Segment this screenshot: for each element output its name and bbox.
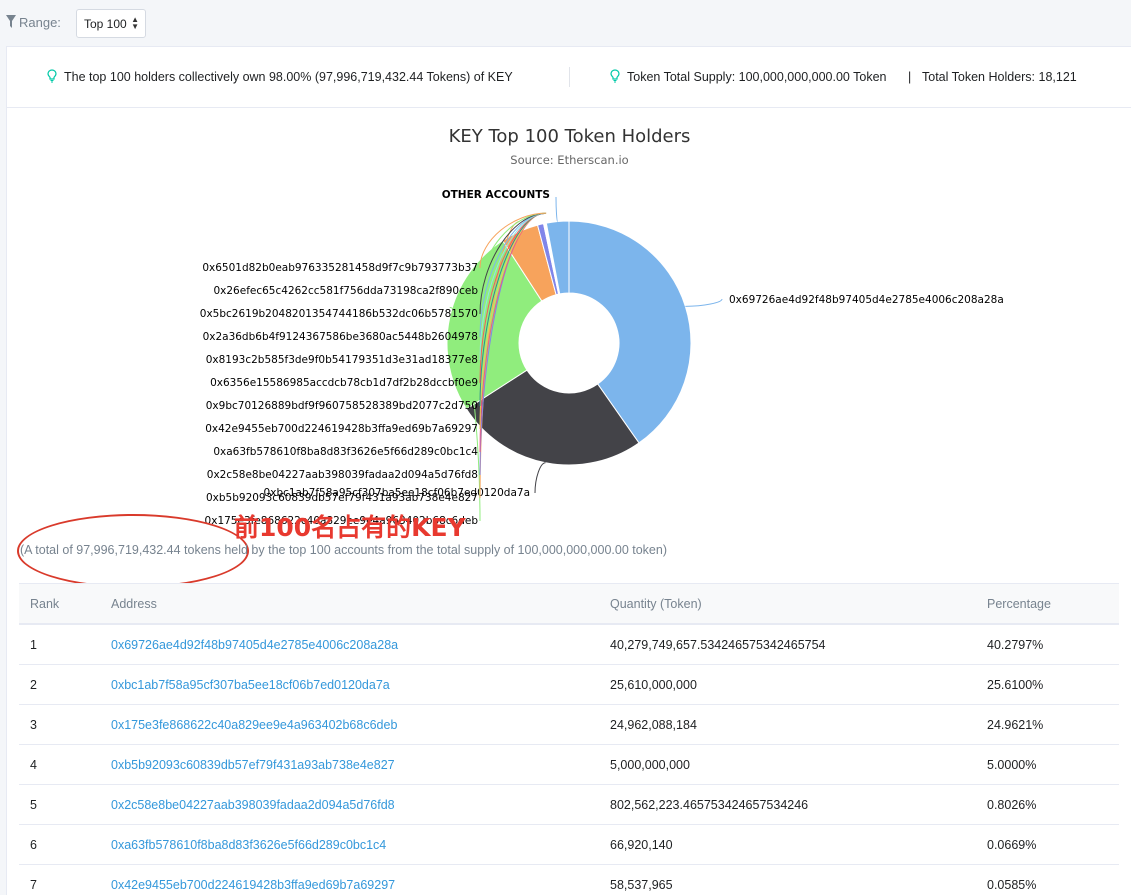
address-link[interactable]: 0xb5b92093c60839db57ef79f431a93ab738e4e8… — [111, 758, 395, 772]
quantity-cell: 802,562,223.465753424657534246 — [610, 798, 809, 812]
holders-table: Rank Address Quantity (Token) Percentage… — [19, 583, 1119, 895]
range-select[interactable]: Top 100 ▲ ▼ — [76, 9, 146, 38]
percentage-cell: 24.9621% — [987, 718, 1044, 732]
slice-label: 0x2c58e8be04227aab398039fadaa2d094a5d76f… — [207, 469, 478, 481]
holders-card: The top 100 holders collectively own 98.… — [6, 46, 1131, 895]
select-caret-icon: ▲ ▼ — [131, 15, 139, 31]
rank-cell: 1 — [30, 638, 37, 652]
total-supply-text: Token Total Supply: 100,000,000,000.00 T… — [627, 70, 887, 84]
slice-label: 0xa63fb578610f8ba8d83f3626e5f66d289c0bc1… — [213, 446, 478, 458]
connector-line — [555, 196, 559, 223]
quantity-cell: 25,610,000,000 — [610, 678, 697, 692]
annotation-text: 前100名占有的KEY — [234, 513, 466, 542]
table-header: Rank Address Quantity (Token) Percentage — [19, 583, 1119, 625]
header-rank: Rank — [30, 597, 60, 611]
percentage-cell: 0.0669% — [987, 838, 1037, 852]
header-address: Address — [111, 597, 157, 611]
slice-label: 0x69726ae4d92f48b97405d4e2785e4006c208a2… — [729, 294, 1004, 306]
summary-separator: | — [908, 70, 912, 84]
address-link[interactable]: 0xbc1ab7f58a95cf307ba5ee18cf06b7ed0120da… — [111, 678, 390, 692]
rank-cell: 7 — [30, 878, 37, 892]
percentage-cell: 25.6100% — [987, 678, 1044, 692]
top-holders-summary: The top 100 holders collectively own 98.… — [64, 70, 513, 84]
summary-strip: The top 100 holders collectively own 98.… — [7, 47, 1131, 108]
table-body: 1 0x69726ae4d92f48b97405d4e2785e4006c208a… — [19, 625, 1119, 895]
address-link[interactable]: 0x2c58e8be04227aab398039fadaa2d094a5d76f… — [111, 798, 395, 812]
slice-label: 0x5bc2619b2048201354744186b532dc06b57815… — [200, 308, 478, 320]
percentage-cell: 40.2797% — [987, 638, 1044, 652]
rank-cell: 4 — [30, 758, 37, 772]
pie-svg: 0x69726ae4d92f48b97405d4e2785e4006c208a2… — [200, 189, 1004, 527]
rank-cell: 2 — [30, 678, 37, 692]
rank-cell: 6 — [30, 838, 37, 852]
filter-icon — [6, 15, 16, 28]
slice-label: 0x2a36db6b4f9124367586be3680ac5448b26049… — [203, 331, 478, 343]
range-selected-value: Top 100 — [84, 17, 127, 31]
table-row: 2 0xbc1ab7f58a95cf307ba5ee18cf06b7ed0120d… — [19, 665, 1119, 705]
table-row: 5 0x2c58e8be04227aab398039fadaa2d094a5d76… — [19, 785, 1119, 825]
slice-label: 0x6356e15586985accdcb78cb1d7df2b28dccbf0… — [210, 377, 478, 389]
address-link[interactable]: 0xa63fb578610f8ba8d83f3626e5f66d289c0bc1… — [111, 838, 386, 852]
slice-label: 0x42e9455eb700d224619428b3ffa9ed69b7a692… — [205, 423, 478, 435]
table-row: 1 0x69726ae4d92f48b97405d4e2785e4006c208a… — [19, 625, 1119, 665]
rank-cell: 3 — [30, 718, 37, 732]
connector-line — [534, 462, 546, 494]
address-link[interactable]: 0x69726ae4d92f48b97405d4e2785e4006c208a2… — [111, 638, 398, 652]
total-note: (A total of 97,996,719,432.44 tokens hel… — [20, 543, 667, 557]
address-link[interactable]: 0x175e3fe868622c40a829ee9e4a963402b68c6d… — [111, 718, 397, 732]
percentage-cell: 5.0000% — [987, 758, 1037, 772]
range-label: Range: — [19, 15, 61, 30]
quantity-cell: 40,279,749,657.534246575342465754 — [610, 638, 826, 652]
lightbulb-icon — [610, 69, 620, 83]
quantity-cell: 58,537,965 — [610, 878, 673, 892]
slice-label: 0x9bc70126889bdf9f960758528389bd2077c2d7… — [206, 400, 478, 412]
percentage-cell: 0.0585% — [987, 878, 1037, 892]
rank-cell: 5 — [30, 798, 37, 812]
quantity-cell: 24,962,088,184 — [610, 718, 697, 732]
table-row: 4 0xb5b92093c60839db57ef79f431a93ab738e4e… — [19, 745, 1119, 785]
quantity-cell: 5,000,000,000 — [610, 758, 690, 772]
lightbulb-icon — [47, 69, 57, 83]
range-bar: Range: Top 100 ▲ ▼ — [0, 0, 1131, 46]
table-row: 7 0x42e9455eb700d224619428b3ffa9ed69b7a69… — [19, 865, 1119, 895]
summary-divider — [569, 67, 570, 87]
address-link[interactable]: 0x42e9455eb700d224619428b3ffa9ed69b7a692… — [111, 878, 395, 892]
holders-pie-chart: KEY Top 100 Token Holders Source: Ethers… — [7, 109, 1131, 529]
slice-label: 0x8193c2b585f3de9f0b54179351d3e31ad18377… — [206, 354, 478, 366]
total-holders-text: Total Token Holders: 18,121 — [922, 70, 1077, 84]
table-row: 6 0xa63fb578610f8ba8d83f3626e5f66d289c0bc… — [19, 825, 1119, 865]
slice-label: 0x6501d82b0eab976335281458d9f7c9b793773b… — [202, 262, 478, 274]
header-percentage: Percentage — [987, 597, 1051, 611]
quantity-cell: 66,920,140 — [610, 838, 673, 852]
table-row: 3 0x175e3fe868622c40a829ee9e4a963402b68c6… — [19, 705, 1119, 745]
slice-label: 0xb5b92093c60839db57ef79f431a93ab738e4e8… — [206, 492, 478, 504]
header-quantity: Quantity (Token) — [610, 597, 702, 611]
percentage-cell: 0.8026% — [987, 798, 1037, 812]
slice-label: 0x26efec65c4262cc581f756dda73198ca2f890c… — [213, 285, 478, 297]
connector-line — [685, 298, 723, 307]
slice-label: OTHER ACCOUNTS — [442, 189, 550, 201]
